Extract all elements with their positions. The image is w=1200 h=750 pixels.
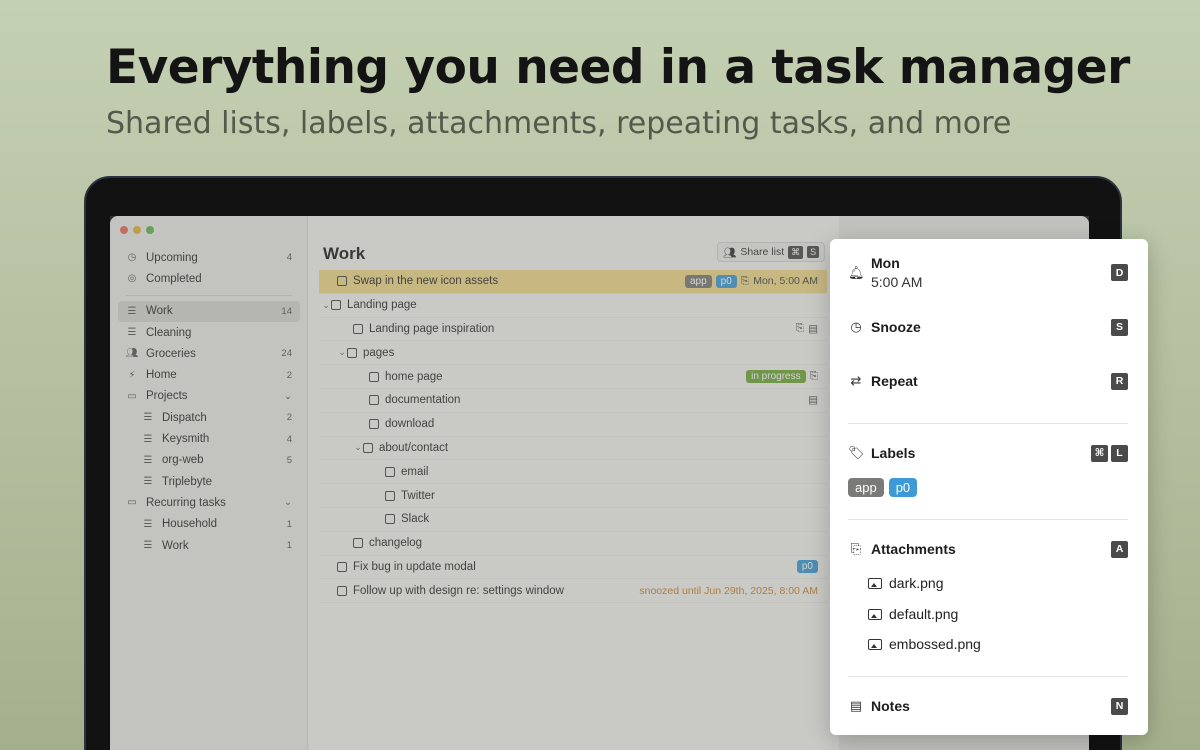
attachment-filename: embossed.png [889,636,981,652]
clock-icon: ◷ [850,319,862,334]
bell-icon: 🔔︎ [848,264,865,280]
shortcut-key: ⌘ [1091,444,1108,462]
image-icon [868,577,882,589]
label-tag-app[interactable]: app [848,478,884,497]
due-date-row[interactable]: 🔔︎ Mon 5:00 AM D [848,255,1128,290]
attachment-filename: default.png [889,606,959,622]
notes-label: Notes [871,698,910,714]
shortcut-key: S [1111,318,1128,336]
labels-row[interactable]: 🏷︎ Labels ⌘ L [848,444,1128,462]
tag-icon: 🏷︎ [848,445,865,460]
attachment-filename: dark.png [889,575,944,591]
labels-label: Labels [871,445,916,461]
hero-headline: Everything you need in a task manager [106,40,1130,95]
snooze-row[interactable]: ◷ Snooze S [848,318,1128,336]
paperclip-icon: ⎘ [850,541,862,556]
repeat-icon: ⇄ [850,373,862,388]
shortcut-key: N [1111,697,1128,715]
attachment-item[interactable]: embossed.png [868,636,981,652]
hero-subheadline: Shared lists, labels, attachments, repea… [106,106,1012,141]
image-icon [868,608,882,620]
repeat-row[interactable]: ⇄ Repeat R [848,372,1128,390]
snooze-label: Snooze [871,319,921,335]
attachment-item[interactable]: dark.png [868,575,943,591]
repeat-label: Repeat [871,373,918,389]
note-icon: ▤ [849,698,863,713]
notes-row[interactable]: ▤ Notes N [848,697,1128,715]
task-action-popover: 🔔︎ Mon 5:00 AM D ◷ Snooze S ⇄ Repeat R 🏷… [830,239,1148,735]
label-tag-p0[interactable]: p0 [888,478,918,497]
divider [848,519,1128,520]
due-day: Mon [871,255,900,271]
due-time: 5:00 AM [871,274,923,290]
attachments-label: Attachments [871,541,956,557]
label-tags: app p0 [848,478,918,497]
shortcut-key: A [1111,540,1128,558]
divider [848,676,1128,677]
image-icon [868,638,882,650]
shortcut-key: L [1111,444,1128,462]
shortcut-key: D [1111,264,1128,281]
attachments-row[interactable]: ⎘ Attachments A [848,540,1128,558]
divider [848,423,1128,424]
shortcut-key: R [1111,372,1128,390]
attachment-item[interactable]: default.png [868,606,958,622]
